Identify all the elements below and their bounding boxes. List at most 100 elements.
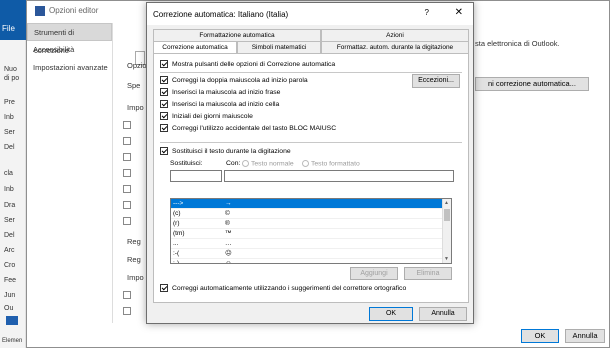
list-item[interactable]: ...… — [171, 239, 451, 249]
mail-icon[interactable] — [6, 316, 18, 325]
folder-item[interactable]: Arc — [4, 247, 15, 254]
folder-item[interactable]: Dra — [4, 202, 15, 209]
bg-checkbox[interactable] — [123, 291, 131, 299]
spellcheck-suggestions-label: Correggi automaticamente utilizzando i s… — [172, 284, 407, 292]
tab-actions[interactable]: Azioni — [321, 29, 469, 41]
sidebar-item-advanced[interactable]: Impostazioni avanzate — [27, 59, 112, 77]
list-to: ☹ — [225, 250, 232, 257]
tab-math-autocorrect[interactable]: Simboli matematici — [237, 41, 321, 53]
tab-autoformat-as-you-type[interactable]: Formattaz. autom. durante la digitazione — [321, 41, 469, 53]
folder-item[interactable]: Inb — [4, 114, 14, 121]
replace-with-label: Con: — [226, 160, 241, 167]
word-icon — [35, 6, 45, 16]
option-checkbox[interactable] — [160, 124, 168, 132]
option-checkbox[interactable] — [160, 100, 168, 108]
options-ok-button[interactable]: OK — [521, 329, 559, 343]
dialog-title: Correzione automatica: Italiano (Italia) — [153, 9, 289, 19]
option-row[interactable]: Inserisci la maiuscola ad inizio frase — [160, 88, 280, 96]
bg-text: di po — [4, 75, 20, 82]
list-to: © — [225, 210, 230, 217]
show-buttons-checkbox[interactable] — [160, 60, 168, 68]
list-to: → — [225, 200, 232, 207]
file-tab[interactable]: File — [2, 24, 15, 33]
list-from: :-( — [173, 250, 180, 257]
list-item[interactable]: (r) ® — [171, 219, 451, 229]
bg-label: Reg — [127, 255, 141, 264]
sidebar-item-accessibility[interactable]: Accessibilità — [27, 41, 112, 59]
spellcheck-suggestions-option[interactable]: Correggi automaticamente utilizzando i s… — [160, 284, 406, 292]
replace-with-input[interactable] — [224, 170, 454, 182]
folder-item[interactable]: Jun — [4, 292, 15, 299]
folder-item[interactable]: Cro — [4, 262, 15, 269]
folder-item[interactable]: Ser — [4, 217, 15, 224]
radio-icon — [302, 160, 309, 167]
list-to: ® — [225, 220, 230, 227]
radio-plain-text[interactable]: Testo normale — [242, 160, 294, 167]
radio-formatted-text[interactable]: Testo formattato — [302, 160, 360, 167]
dialog-ok-button[interactable]: OK — [369, 307, 413, 321]
list-item[interactable]: :-( ☹ — [171, 249, 451, 259]
exceptions-button[interactable]: Eccezioni... — [412, 74, 460, 88]
option-row[interactable]: Correggi la doppia maiuscola ad inizio p… — [160, 76, 308, 84]
option-label: Iniziali dei giorni maiuscole — [172, 112, 253, 120]
list-item[interactable]: ---> → — [171, 199, 451, 209]
bg-checkbox[interactable] — [123, 137, 131, 145]
bg-checkbox[interactable] — [123, 217, 131, 225]
autocorrect-tab-panel: Mostra pulsanti delle opzioni di Correzi… — [153, 53, 469, 303]
delete-button[interactable]: Elimina — [404, 267, 452, 280]
bg-checkbox[interactable] — [123, 185, 131, 193]
option-checkbox[interactable] — [160, 112, 168, 120]
help-icon[interactable]: ? — [425, 8, 429, 17]
show-buttons-option[interactable]: Mostra pulsanti delle opzioni di Correzi… — [160, 60, 335, 68]
bg-checkbox[interactable] — [123, 121, 131, 129]
list-item[interactable]: (c) © — [171, 209, 451, 219]
sidebar-item-proofing[interactable]: Strumenti di correzione — [27, 23, 112, 55]
list-item[interactable]: (tm) ™ — [171, 229, 451, 239]
spellcheck-suggestions-checkbox[interactable] — [160, 284, 168, 292]
bg-label: Spe — [127, 81, 141, 90]
bg-checkbox[interactable] — [123, 307, 131, 315]
close-icon[interactable]: ✕ — [455, 7, 463, 18]
tab-autocorrect[interactable]: Correzione automatica — [153, 41, 237, 53]
list-scrollbar[interactable]: ▲ ▼ — [442, 199, 451, 263]
option-row[interactable]: Inserisci la maiuscola ad inizio cella — [160, 100, 279, 108]
bg-section-label: Impo — [127, 273, 144, 282]
scroll-thumb[interactable] — [444, 209, 450, 221]
option-label: Inserisci la maiuscola ad inizio cella — [172, 100, 280, 108]
folder-item[interactable]: Ou — [4, 305, 13, 312]
folder-item[interactable]: Inb — [4, 186, 14, 193]
bg-checkbox[interactable] — [123, 169, 131, 177]
bg-checkbox[interactable] — [123, 153, 131, 161]
folder-item[interactable]: Pre — [4, 99, 15, 106]
radio-icon — [242, 160, 249, 167]
separator — [160, 72, 462, 73]
replace-text-checkbox[interactable] — [160, 147, 168, 155]
list-from: :-) — [173, 260, 180, 264]
radio-formatted-label: Testo formattato — [311, 160, 360, 168]
bg-checkbox[interactable] — [123, 201, 131, 209]
replace-text-option[interactable]: Sostituisci il testo durante la digitazi… — [160, 147, 291, 155]
folder-item[interactable]: Fee — [4, 277, 16, 284]
options-cancel-button[interactable]: Annulla — [565, 329, 605, 343]
replace-text-label: Sostituisci il testo durante la digitazi… — [172, 147, 291, 155]
scroll-down-icon[interactable]: ▼ — [444, 256, 449, 262]
replace-from-input[interactable] — [170, 170, 222, 182]
folder-item[interactable]: Ser — [4, 129, 15, 136]
scroll-up-icon[interactable]: ▲ — [444, 200, 449, 206]
bg-text: Nuo — [4, 66, 17, 73]
outlook-left-panel: File Nuo di po Pre Inb Ser Del cla Inb D… — [0, 0, 26, 348]
folder-item[interactable]: Del — [4, 232, 15, 239]
option-row[interactable]: Iniziali dei giorni maiuscole — [160, 112, 253, 120]
folder-item[interactable]: cla — [4, 170, 13, 177]
add-button[interactable]: Aggiungi — [350, 267, 398, 280]
tab-autoformat[interactable]: Formattazione automatica — [153, 29, 321, 41]
dialog-cancel-button[interactable]: Annulla — [419, 307, 467, 321]
option-checkbox[interactable] — [160, 76, 168, 84]
option-checkbox[interactable] — [160, 88, 168, 96]
folder-item[interactable]: Del — [4, 144, 15, 151]
option-row[interactable]: Correggi l'utilizzo accidentale del tast… — [160, 124, 336, 132]
bg-autocorrect-button[interactable]: ni correzione automatica... — [475, 77, 589, 91]
option-label: Inserisci la maiuscola ad inizio frase — [172, 88, 281, 96]
list-item[interactable]: :-) ☺ — [171, 259, 451, 264]
replacement-list[interactable]: ---> → (c) © (r) ® (tm) ™ ... … :-( ☹ :-) ☺ ▲ ▼ — [170, 198, 452, 264]
